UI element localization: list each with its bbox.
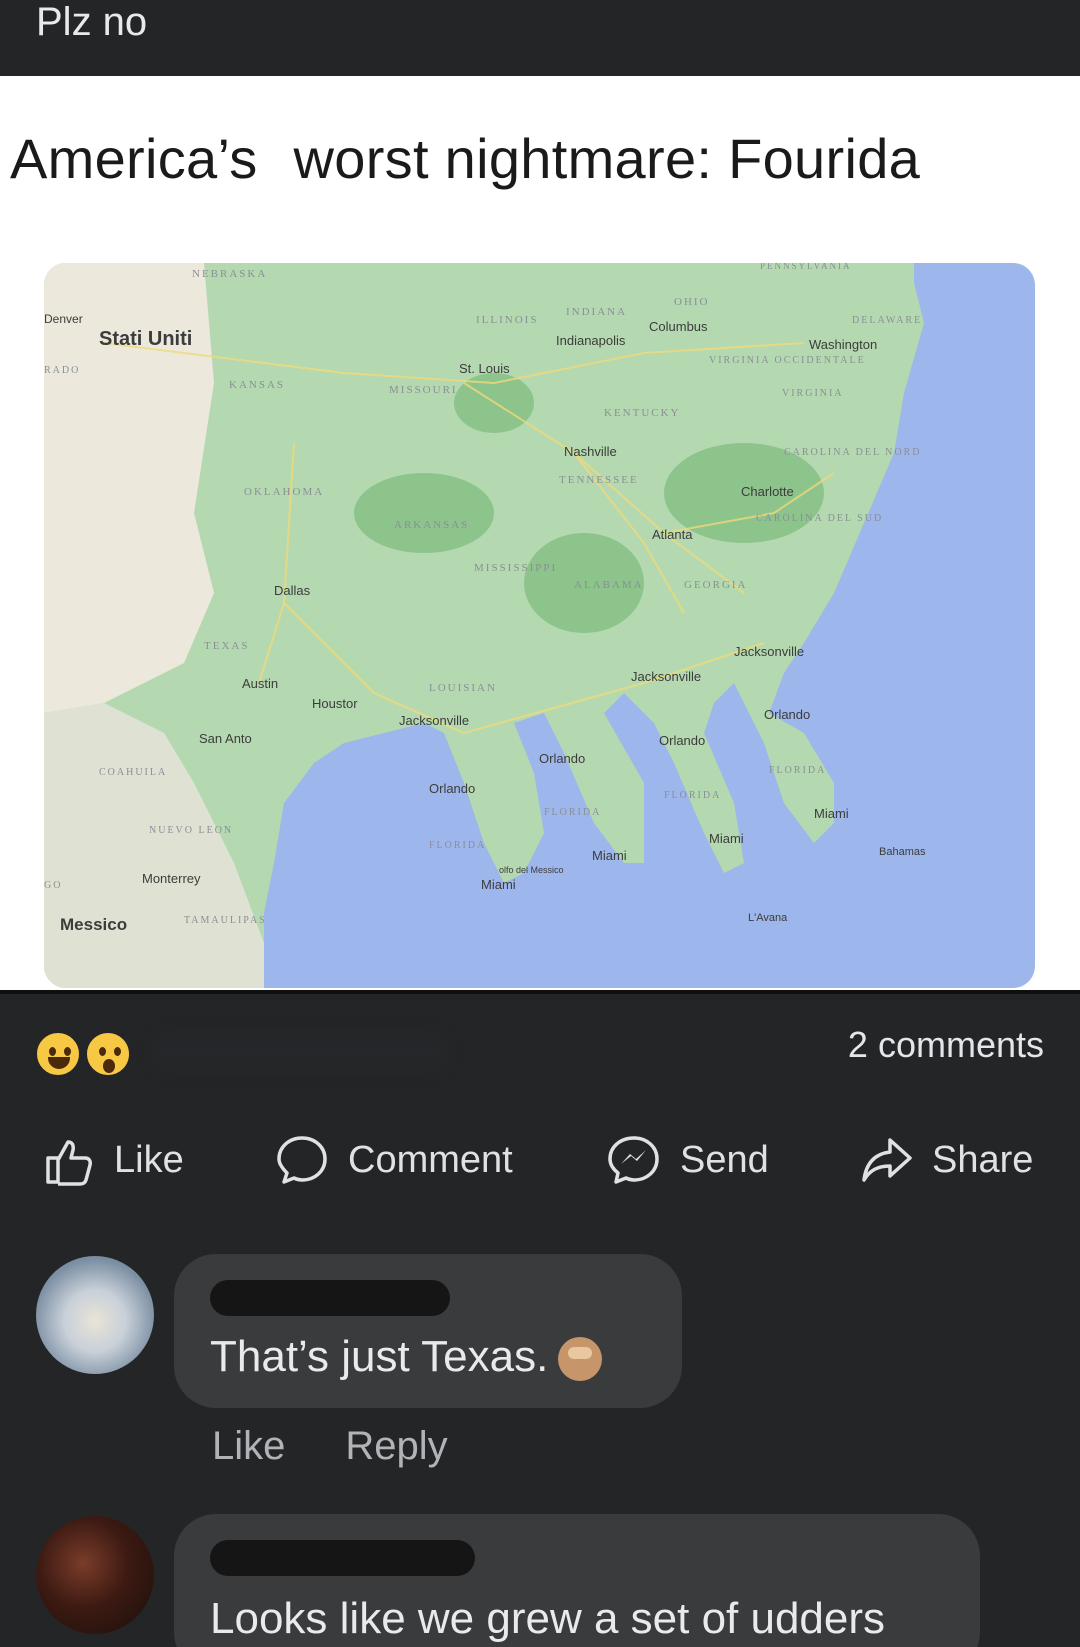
svg-text:TEXAS: TEXAS [204, 640, 249, 652]
post-text: Plz no [36, 0, 148, 44]
svg-text:Charlotte: Charlotte [741, 484, 794, 499]
reactions-row[interactable]: 2 comments [0, 1012, 1080, 1082]
surprised-face-icon[interactable] [84, 1030, 132, 1078]
svg-text:INDIANA: INDIANA [566, 306, 627, 318]
svg-text:NEBRASKA: NEBRASKA [192, 268, 267, 280]
svg-text:Columbus: Columbus [649, 319, 708, 334]
see-no-evil-monkey-icon [558, 1337, 603, 1382]
svg-text:Miami: Miami [592, 848, 627, 863]
svg-text:ALABAMA: ALABAMA [574, 579, 644, 591]
svg-text:Jacksonville: Jacksonville [631, 669, 701, 684]
comment-label: Comment [348, 1138, 513, 1181]
comment-bubble[interactable]: That’s just Texas. [174, 1254, 682, 1408]
svg-text:Houstor: Houstor [312, 696, 358, 711]
svg-text:GO: GO [44, 880, 62, 891]
svg-text:COAHUILA: COAHUILA [99, 767, 167, 778]
svg-text:Jacksonville: Jacksonville [734, 644, 804, 659]
comments-count[interactable]: 2 comments [848, 1024, 1044, 1066]
share-arrow-icon [862, 1138, 912, 1182]
svg-text:Denver: Denver [44, 312, 83, 326]
svg-text:Nashville: Nashville [564, 444, 617, 459]
svg-text:Orlando: Orlando [659, 733, 705, 748]
svg-text:Orlando: Orlando [539, 751, 585, 766]
messenger-icon [608, 1136, 659, 1184]
thumbs-up-icon [46, 1140, 92, 1186]
share-button[interactable]: Share [858, 1125, 1033, 1195]
svg-text:NUEVO LEON: NUEVO LEON [149, 825, 233, 836]
post-actions: Like Comment Send Share [0, 1125, 1080, 1205]
svg-text:LOUISIAN: LOUISIAN [429, 682, 497, 694]
svg-text:Monterrey: Monterrey [142, 871, 201, 886]
svg-text:FLORIDA: FLORIDA [544, 807, 601, 818]
svg-text:MISSOURI: MISSOURI [389, 384, 458, 396]
svg-text:PENNSYLVANIA: PENNSYLVANIA [760, 263, 852, 271]
divider [0, 990, 1080, 994]
svg-text:L'Avana: L'Avana [748, 912, 788, 924]
map-svg: NEBRASKA KANSAS OKLAHOMA TEXAS COAHUILA … [44, 263, 926, 988]
send-label: Send [680, 1138, 769, 1181]
redacted-reactors [150, 1032, 450, 1072]
svg-text:Miami: Miami [814, 806, 849, 821]
svg-text:CAROLINA DEL SUD: CAROLINA DEL SUD [756, 513, 883, 524]
svg-text:Messico: Messico [60, 915, 127, 934]
like-button[interactable]: Like [40, 1125, 184, 1195]
svg-text:Orlando: Orlando [429, 781, 475, 796]
svg-text:Jacksonville: Jacksonville [399, 713, 469, 728]
meme-headline: America’s worst nightmare: Fourida [10, 126, 920, 191]
comment-text: That’s just Texas. [210, 1332, 603, 1382]
svg-text:Orlando: Orlando [764, 707, 810, 722]
svg-text:OKLAHOMA: OKLAHOMA [244, 486, 324, 498]
svg-text:Stati Uniti: Stati Uniti [99, 328, 192, 350]
svg-text:FLORIDA: FLORIDA [429, 840, 486, 851]
comment-bubble[interactable]: Looks like we grew a set of udders [174, 1514, 980, 1647]
svg-text:ARKANSAS: ARKANSAS [394, 519, 469, 531]
avatar[interactable] [36, 1256, 154, 1374]
share-label: Share [932, 1138, 1034, 1181]
avatar[interactable] [36, 1516, 154, 1634]
svg-text:Miami: Miami [481, 877, 516, 892]
svg-text:MISSISSIPPI: MISSISSIPPI [474, 562, 557, 574]
svg-text:DELAWARE: DELAWARE [852, 315, 922, 326]
svg-text:TENNESSEE: TENNESSEE [559, 474, 639, 486]
headline-part2: worst nightmare: Fourida [293, 127, 921, 190]
comment-actions: Like Reply [212, 1424, 448, 1469]
comment-button[interactable]: Comment [274, 1125, 513, 1195]
svg-text:Miami: Miami [709, 831, 744, 846]
svg-text:Atlanta: Atlanta [652, 527, 693, 542]
svg-text:RADO: RADO [44, 365, 80, 376]
redacted-author-name[interactable] [210, 1540, 475, 1576]
svg-text:GEORGIA: GEORGIA [684, 579, 748, 591]
svg-text:CAROLINA DEL NORD: CAROLINA DEL NORD [784, 447, 922, 458]
send-button[interactable]: Send [606, 1125, 769, 1195]
svg-text:Washington: Washington [809, 337, 877, 352]
svg-text:FLORIDA: FLORIDA [769, 765, 826, 776]
svg-text:olfo del Messico: olfo del Messico [499, 865, 564, 875]
svg-text:Austin: Austin [242, 676, 278, 691]
svg-text:VIRGINIA OCCIDENTALE: VIRGINIA OCCIDENTALE [709, 355, 866, 366]
svg-text:Dallas: Dallas [274, 583, 311, 598]
map: NEBRASKA KANSAS OKLAHOMA TEXAS COAHUILA … [44, 263, 1035, 988]
svg-text:Indianapolis: Indianapolis [556, 333, 626, 348]
svg-text:FLORIDA: FLORIDA [664, 790, 721, 801]
redacted-author-name[interactable] [210, 1280, 450, 1316]
laughing-face-icon[interactable] [34, 1030, 82, 1078]
comment-reply-link[interactable]: Reply [345, 1424, 447, 1469]
meme-image[interactable]: America’s worst nightmare: Fourida NEBRA… [0, 76, 1080, 990]
svg-text:St. Louis: St. Louis [459, 361, 510, 376]
svg-text:San Anto: San Anto [199, 731, 252, 746]
svg-text:KANSAS: KANSAS [229, 379, 285, 391]
svg-text:TAMAULIPAS: TAMAULIPAS [184, 915, 267, 926]
svg-text:Bahamas: Bahamas [879, 846, 926, 858]
svg-text:OHIO: OHIO [674, 296, 710, 308]
like-label: Like [114, 1138, 184, 1181]
comment-text: Looks like we grew a set of udders [210, 1594, 886, 1643]
speech-bubble-icon [277, 1136, 327, 1184]
headline-part1: America’s [10, 127, 258, 190]
post-header: Plz no [0, 0, 1080, 76]
svg-text:VIRGINIA: VIRGINIA [782, 388, 844, 399]
comment-like-link[interactable]: Like [212, 1424, 285, 1469]
svg-text:KENTUCKY: KENTUCKY [604, 407, 681, 419]
svg-text:ILLINOIS: ILLINOIS [476, 314, 538, 326]
